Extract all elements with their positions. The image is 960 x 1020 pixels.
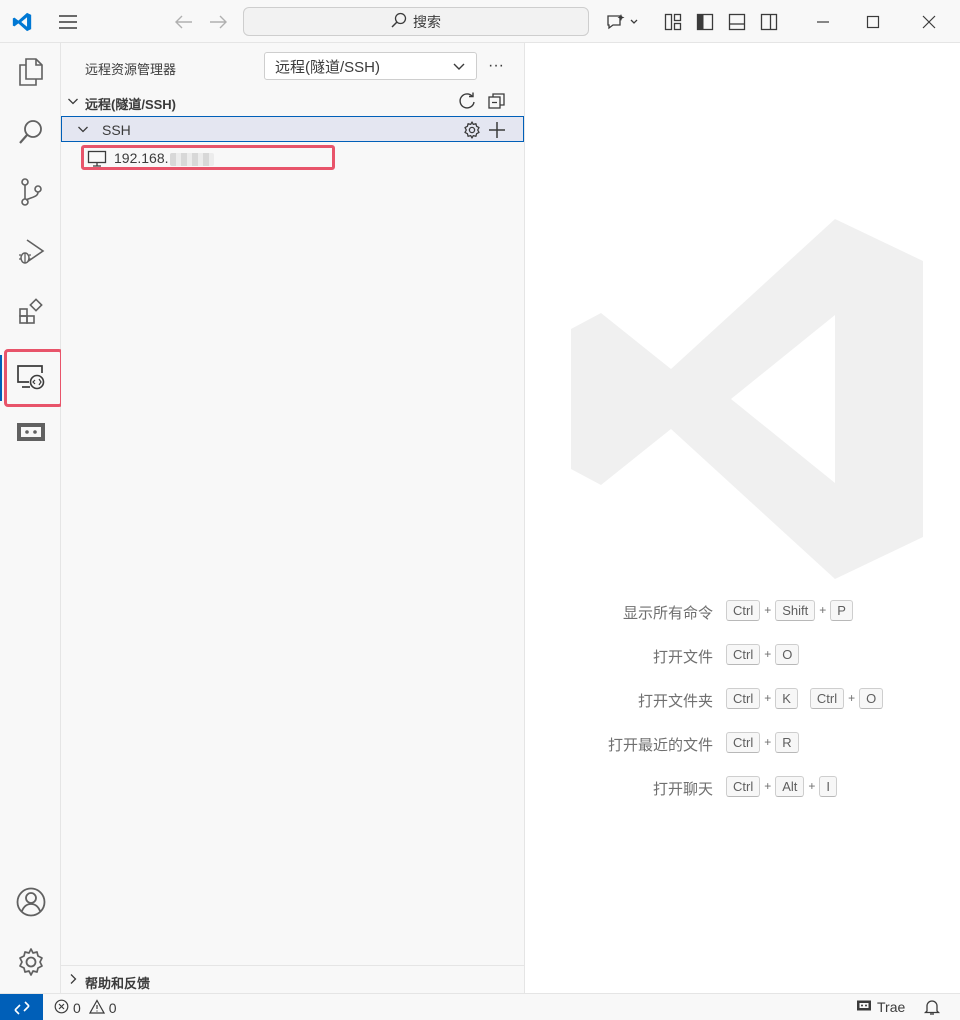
copilot-chat-icon[interactable]	[602, 8, 642, 36]
search-label: 搜索	[413, 13, 441, 30]
key-plus: +	[764, 735, 772, 749]
shortcut-label: 打开文件夹	[637, 693, 713, 710]
extensions-icon[interactable]	[0, 283, 61, 341]
shortcut-row[interactable]: 打开聊天 Ctrl + Alt + I	[525, 775, 960, 799]
trae-status-item[interactable]: Trae	[856, 999, 905, 1015]
remote-indicator-button[interactable]	[0, 994, 43, 1020]
help-feedback-header[interactable]: 帮助和反馈	[61, 965, 525, 993]
add-host-icon[interactable]	[486, 119, 508, 141]
source-control-icon[interactable]	[0, 163, 61, 221]
search-icon	[391, 12, 407, 31]
keybinding-key: K	[775, 687, 798, 709]
warning-count: 0	[108, 1000, 117, 1016]
chevron-down-icon	[77, 123, 89, 138]
minimize-window-icon[interactable]	[800, 0, 846, 43]
gear-icon[interactable]	[462, 120, 482, 140]
trae-label: Trae	[877, 999, 906, 1015]
shortcut-keys: Ctrl + R	[726, 731, 799, 753]
keybinding-key: Ctrl	[726, 599, 761, 621]
monitor-icon	[87, 150, 107, 171]
error-count: 0	[73, 1000, 81, 1016]
collapse-all-icon[interactable]	[487, 91, 507, 111]
keybinding-key: P	[830, 599, 853, 621]
shortcut-keys: Ctrl + K Ctrl + O	[726, 687, 884, 709]
sidebar-title: 远程资源管理器	[85, 62, 177, 77]
remote-section-title: 远程(隧道/SSH)	[85, 97, 177, 112]
title-bar: 搜索	[0, 0, 960, 43]
shortcut-row[interactable]: 打开最近的文件 Ctrl + R	[525, 731, 960, 755]
keybinding-key: R	[775, 731, 799, 753]
chevron-down-icon	[67, 95, 79, 110]
notifications-bell-icon[interactable]	[923, 998, 941, 1019]
run-debug-icon[interactable]	[0, 223, 61, 281]
key-plus: +	[764, 647, 772, 661]
remote-explorer-highlight	[4, 349, 63, 407]
keybinding-key: Ctrl	[726, 775, 761, 797]
manage-gear-icon[interactable]	[0, 933, 61, 991]
shortcut-keys: Ctrl + Alt + I	[726, 775, 838, 797]
shortcut-row[interactable]: 打开文件 Ctrl + O	[525, 643, 960, 667]
editor-area: 显示所有命令 Ctrl + Shift + P 打开文件 Ctrl + O 打开文件夹 Ctrl + K C…	[525, 43, 960, 993]
ssh-group-row[interactable]: SSH	[61, 116, 524, 142]
shortcut-label: 打开聊天	[652, 781, 713, 798]
key-plus: +	[819, 603, 827, 617]
keybinding-key: Ctrl	[726, 731, 761, 753]
remote-section-header[interactable]: 远程(隧道/SSH)	[61, 89, 525, 113]
chevron-down-icon	[452, 59, 466, 77]
remote-type-value: 远程(隧道/SSH)	[275, 58, 381, 76]
shortcut-keys: Ctrl + O	[726, 643, 800, 665]
ssh-group-label: SSH	[102, 122, 131, 138]
status-bar: 0 0 Trae	[0, 993, 960, 1020]
maximize-window-icon[interactable]	[850, 0, 896, 43]
ssh-host-label: 192.168.	[114, 150, 169, 166]
trae-icon	[856, 999, 872, 1015]
keybinding-key: I	[819, 775, 838, 797]
forward-arrow-icon[interactable]	[204, 8, 232, 36]
search-icon[interactable]	[0, 103, 61, 161]
refresh-icon[interactable]	[457, 91, 477, 111]
key-plus: +	[764, 691, 772, 705]
keybinding-key: O	[859, 687, 884, 709]
key-plus: +	[808, 779, 816, 793]
remote-explorer-sidebar: 远程资源管理器 远程(隧道/SSH) ··· 远程(隧道/SSH) SSH 19…	[61, 43, 525, 993]
toggle-primary-sidebar-icon[interactable]	[692, 8, 718, 36]
more-actions-button[interactable]: ···	[485, 53, 507, 79]
keybinding-key: O	[775, 643, 800, 665]
vscode-watermark-icon	[567, 215, 927, 583]
key-plus: +	[764, 779, 772, 793]
error-icon	[54, 999, 69, 1017]
ssh-host-item[interactable]: 192.168.	[81, 145, 335, 170]
shortcut-label: 显示所有命令	[622, 605, 713, 622]
help-feedback-title: 帮助和反馈	[85, 976, 151, 991]
vscode-logo-icon	[8, 8, 36, 36]
explorer-icon[interactable]	[0, 43, 61, 101]
shortcut-row[interactable]: 打开文件夹 Ctrl + K Ctrl + O	[525, 687, 960, 711]
key-plus: +	[764, 603, 772, 617]
activity-bar	[0, 43, 63, 993]
shortcut-label: 打开最近的文件	[607, 737, 713, 754]
remote-type-select[interactable]: 远程(隧道/SSH)	[264, 52, 477, 80]
shortcut-row[interactable]: 显示所有命令 Ctrl + Shift + P	[525, 599, 960, 623]
keybinding-key: Alt	[775, 775, 805, 797]
redacted-ip-blur	[169, 152, 214, 166]
problems-indicator[interactable]: 0 0	[54, 999, 117, 1017]
toggle-panel-icon[interactable]	[724, 8, 750, 36]
shortcut-keys: Ctrl + Shift + P	[726, 599, 853, 621]
key-plus: +	[848, 691, 856, 705]
warning-icon	[88, 999, 105, 1017]
keybinding-key: Ctrl	[809, 687, 845, 709]
keybinding-key: Ctrl	[726, 643, 761, 665]
back-arrow-icon[interactable]	[170, 8, 198, 36]
chevron-right-icon	[67, 973, 79, 988]
accounts-icon[interactable]	[0, 873, 61, 931]
application-menu-icon[interactable]	[54, 8, 82, 36]
command-center-search[interactable]: 搜索	[243, 7, 589, 36]
toggle-secondary-sidebar-icon[interactable]	[756, 8, 782, 36]
remote-tunnel-icon[interactable]	[0, 403, 61, 461]
keybinding-key: Shift	[775, 599, 816, 621]
keybinding-key: Ctrl	[726, 687, 761, 709]
close-window-icon[interactable]	[906, 0, 952, 43]
shortcut-label: 打开文件	[652, 649, 713, 666]
customize-layout-icon[interactable]	[660, 8, 686, 36]
